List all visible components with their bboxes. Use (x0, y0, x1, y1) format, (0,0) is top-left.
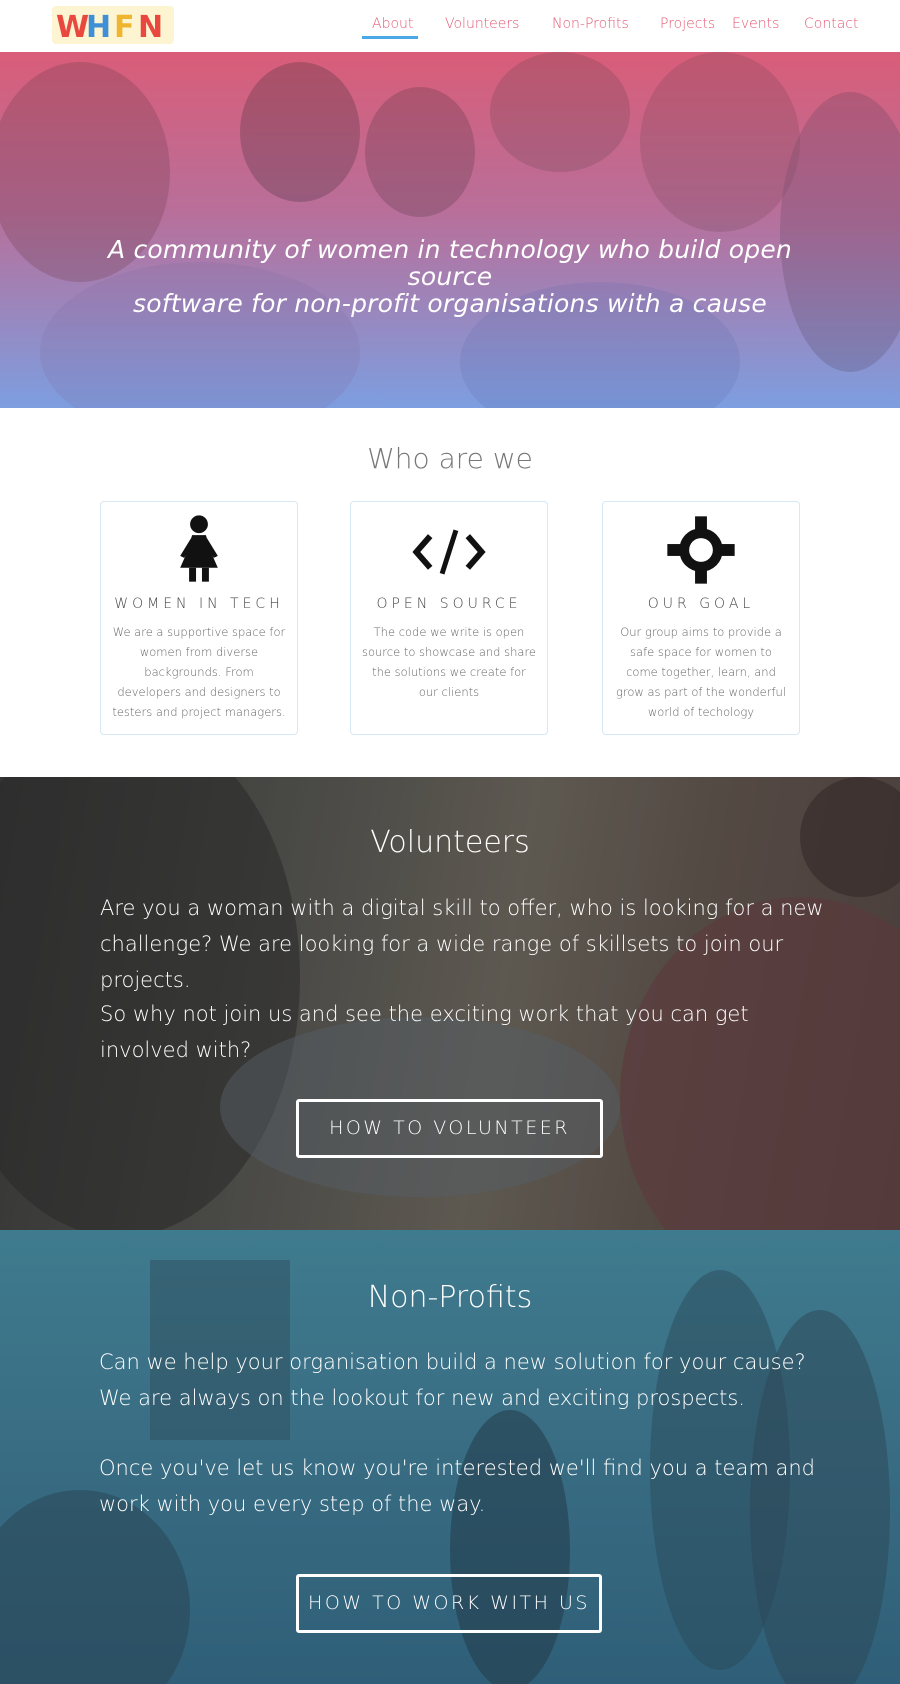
nav-projects[interactable]: Projects (660, 16, 715, 32)
non-profits-paragraph-1: Can we help your organisation build a ne… (99, 1350, 806, 1410)
nav-active-indicator (362, 36, 418, 39)
nav-volunteers[interactable]: Volunteers (445, 16, 519, 32)
nav-events[interactable]: Events (732, 16, 779, 32)
card-title: OPEN SOURCE (376, 596, 522, 612)
volunteers-heading: Volunteers (370, 825, 530, 860)
nav-about[interactable]: About (372, 16, 413, 32)
svg-text:F: F (114, 10, 135, 45)
how-to-work-with-us-button[interactable]: HOW TO WORK WITH US (296, 1574, 602, 1633)
volunteers-paragraph-1: Are you a woman with a digital skill to … (100, 896, 824, 992)
non-profits-section: Non-Profits Can we help your organisatio… (0, 1230, 900, 1684)
hero-tagline-line1: A community of women in technology who b… (108, 235, 792, 291)
svg-text:H: H (86, 10, 111, 45)
whfn-logo[interactable]: W H F N (52, 4, 174, 46)
non-profits-paragraph-2: Once you've let us know you're intereste… (99, 1456, 815, 1516)
nav-non-profits[interactable]: Non-Profits (552, 16, 629, 32)
how-to-volunteer-button[interactable]: HOW TO VOLUNTEER (296, 1099, 603, 1158)
code-icon (412, 529, 486, 575)
card-text: The code we write is open source to show… (361, 625, 537, 699)
woman-icon (180, 515, 218, 582)
volunteers-paragraph-2: So why not join us and see the exciting … (100, 1002, 749, 1062)
hero-tagline: A community of women in technology who b… (80, 236, 820, 317)
non-profits-heading: Non-Profits (367, 1280, 533, 1315)
who-are-we-heading: Who are we (367, 442, 533, 475)
card-our-goal: OUR GOAL Our group aims to provide a saf… (602, 501, 800, 735)
hero-tagline-line2: software for non-profit organisations wi… (133, 289, 767, 318)
card-text: Our group aims to provide a safe space f… (615, 625, 787, 719)
card-title: WOMEN IN TECH (114, 596, 284, 612)
card-open-source: OPEN SOURCE The code we write is open so… (350, 501, 548, 735)
crosshair-icon (667, 516, 735, 584)
hero-section: A community of women in technology who b… (0, 52, 900, 408)
hero-background-photo (0, 52, 900, 408)
card-text: We are a supportive space for women from… (112, 625, 286, 719)
top-navbar: W H F N About Volunteers Non-Profits Pro… (0, 0, 900, 52)
volunteers-section: Volunteers Are you a woman with a digita… (0, 777, 900, 1230)
nav-contact[interactable]: Contact (804, 16, 858, 32)
svg-text:W: W (56, 10, 89, 45)
svg-text:N: N (138, 10, 163, 45)
card-title: OUR GOAL (647, 596, 755, 612)
card-women-in-tech: WOMEN IN TECH We are a supportive space … (100, 501, 298, 735)
